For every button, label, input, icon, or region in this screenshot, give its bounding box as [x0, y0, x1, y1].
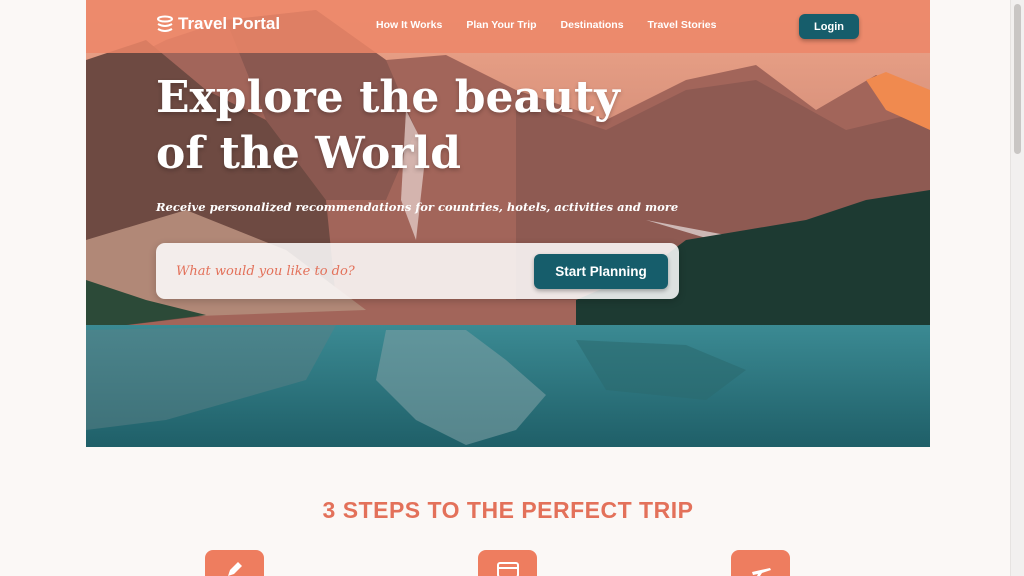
- brand[interactable]: Travel Portal: [156, 14, 280, 34]
- hero-title: Explore the beauty of the World: [156, 72, 620, 179]
- start-planning-button[interactable]: Start Planning: [534, 254, 668, 289]
- plane-icon: [752, 568, 771, 576]
- nav-link-destinations[interactable]: Destinations: [561, 19, 624, 31]
- nav-links: How It Works Plan Your Trip Destinations…: [376, 19, 716, 31]
- top-navbar: Travel Portal How It Works Plan Your Tri…: [86, 0, 930, 53]
- stack-logo-icon: [157, 15, 173, 32]
- scrollbar-thumb[interactable]: [1014, 4, 1021, 154]
- search-box: Start Planning: [156, 243, 679, 299]
- hero-subtitle: Receive personalized recommendations for…: [156, 200, 679, 214]
- search-input[interactable]: [176, 259, 516, 283]
- nav-link-how-it-works[interactable]: How It Works: [376, 19, 442, 31]
- nav-link-travel-stories[interactable]: Travel Stories: [648, 19, 717, 31]
- nav-link-plan-your-trip[interactable]: Plan Your Trip: [466, 19, 536, 31]
- card-icon: [497, 562, 519, 576]
- step-1-tile: [205, 550, 264, 576]
- hero-background-image: [86, 0, 930, 447]
- login-button[interactable]: Login: [799, 14, 859, 39]
- pencil-icon: [228, 562, 242, 576]
- step-3-tile: [731, 550, 790, 576]
- step-2-tile: [478, 550, 537, 576]
- steps-title: 3 STEPS TO THE PERFECT TRIP: [322, 497, 694, 523]
- page: Travel Portal How It Works Plan Your Tri…: [86, 0, 930, 576]
- hero-section: Travel Portal How It Works Plan Your Tri…: [86, 0, 930, 447]
- scrollbar[interactable]: [1010, 0, 1024, 576]
- brand-name: Travel Portal: [178, 14, 281, 33]
